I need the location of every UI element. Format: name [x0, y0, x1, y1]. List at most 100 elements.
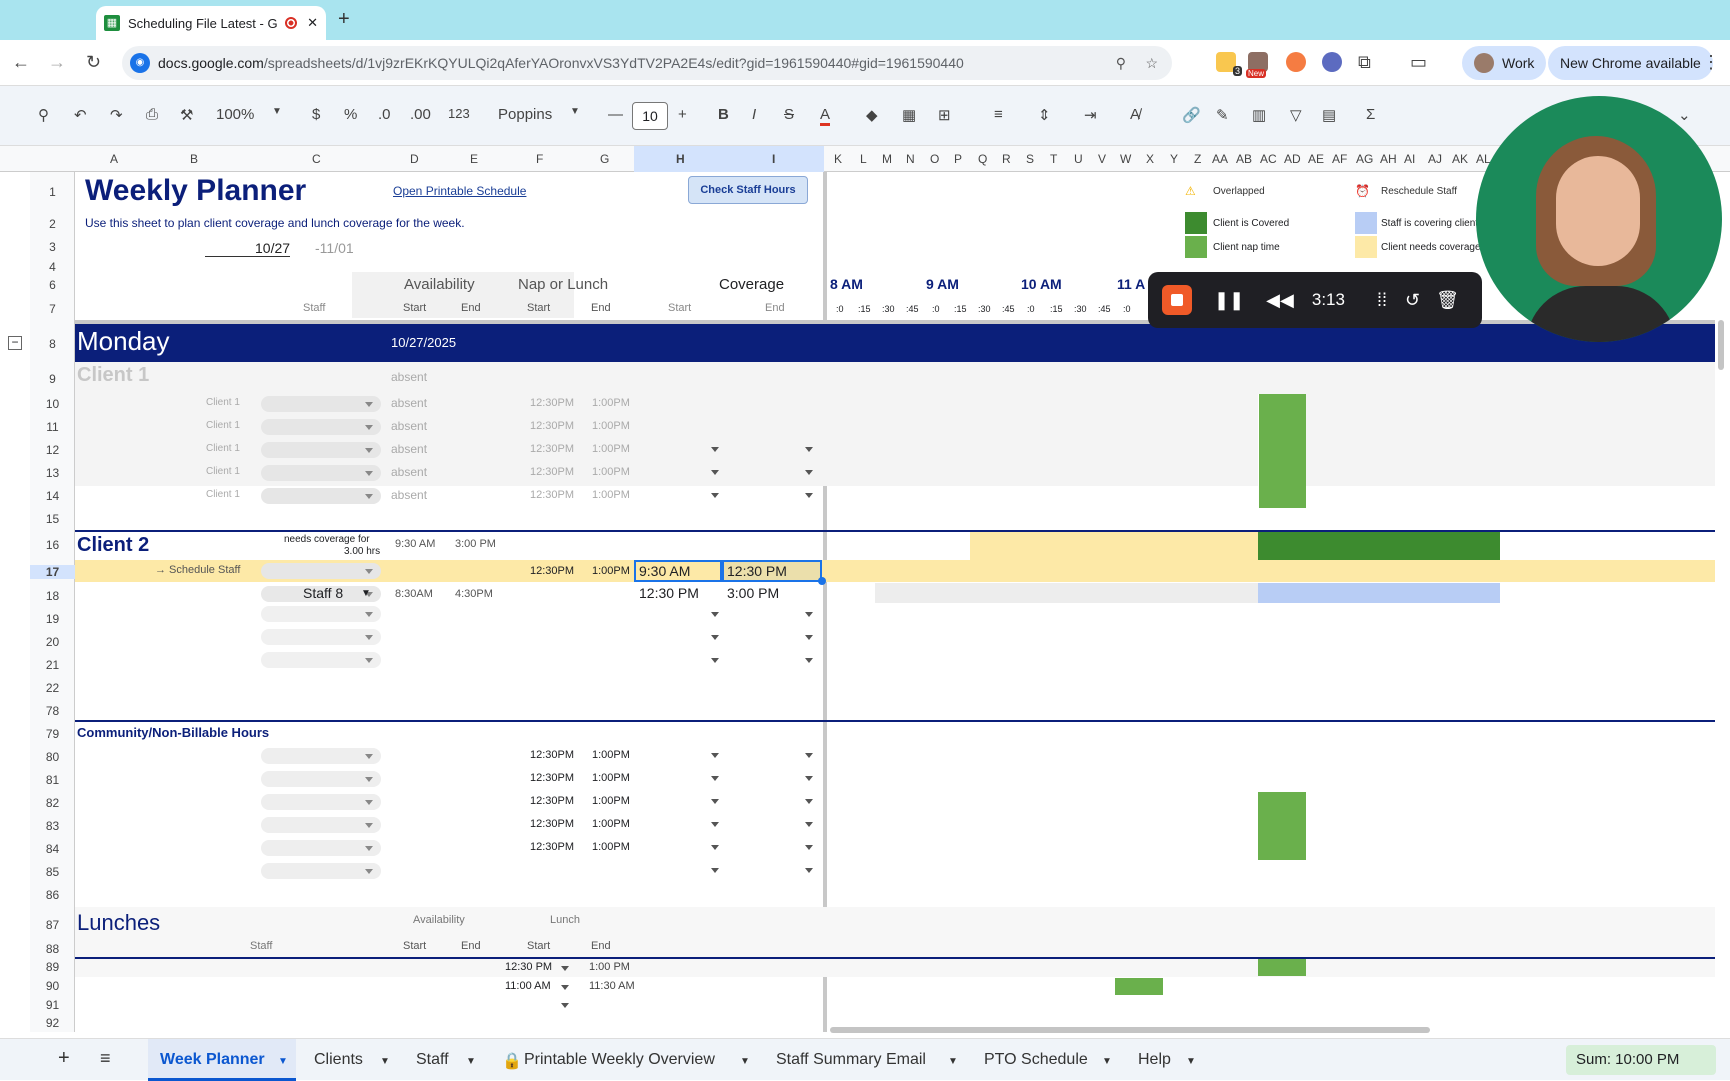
frozen-column-divider[interactable] [823, 172, 827, 1032]
row-header[interactable]: 6 [30, 278, 75, 292]
font-size-decrease-icon[interactable]: — [608, 106, 623, 123]
more-formats-button[interactable]: 123 [448, 106, 470, 121]
search-menus-icon[interactable]: ⚲ [38, 106, 49, 124]
coverage-start-dropdown[interactable] [711, 470, 719, 479]
col-header-AK[interactable]: AK [1452, 152, 1468, 166]
tab-staff-summary-email[interactable]: Staff Summary Email [776, 1051, 926, 1069]
row-header[interactable]: 89 [30, 960, 75, 974]
row-header[interactable]: 79 [30, 727, 75, 741]
tab-staff[interactable]: Staff [416, 1051, 449, 1069]
row-header[interactable]: 92 [30, 1016, 75, 1030]
extension-icon[interactable]: 3 [1216, 52, 1242, 76]
row-header[interactable]: 78 [30, 704, 75, 718]
lunch-start-dropdown[interactable] [561, 985, 569, 994]
row-header[interactable]: 84 [30, 842, 75, 856]
coverage2-end[interactable]: 3:00 PM [727, 585, 779, 601]
align-horizontal-icon[interactable]: ≡ [994, 106, 1003, 123]
row-header[interactable]: 80 [30, 750, 75, 764]
row-header[interactable]: 81 [30, 773, 75, 787]
col-header-AJ[interactable]: AJ [1428, 152, 1442, 166]
link-icon[interactable]: 🔗 [1182, 106, 1201, 124]
col-header-H[interactable]: H [676, 152, 685, 166]
col-header-L[interactable]: L [860, 152, 867, 166]
row-header[interactable]: 4 [30, 260, 75, 274]
collapse-toolbar-icon[interactable]: ⌄ [1678, 106, 1691, 124]
coverage-end-dropdown[interactable] [805, 635, 813, 644]
chevron-down-icon[interactable]: ▼ [278, 1056, 288, 1067]
row-header[interactable]: 12 [30, 443, 75, 457]
strikethrough-icon[interactable]: S [784, 106, 794, 123]
col-header-Y[interactable]: Y [1170, 152, 1178, 166]
row-header[interactable]: 3 [30, 240, 75, 254]
col-header-P[interactable]: P [954, 152, 962, 166]
check-staff-hours-button[interactable]: Check Staff Hours [688, 176, 808, 204]
coverage-end-dropdown[interactable] [805, 470, 813, 479]
print-icon[interactable]: ⎙ [146, 106, 158, 123]
coverage-end-dropdown[interactable] [805, 447, 813, 456]
coverage-end-dropdown[interactable] [805, 845, 813, 854]
col-header-AF[interactable]: AF [1332, 152, 1347, 166]
community-row[interactable]: 12:30PM 1:00PM [75, 746, 823, 768]
row-header[interactable]: 20 [30, 635, 75, 649]
chevron-down-icon[interactable]: ▼ [1102, 1056, 1112, 1067]
col-header-AD[interactable]: AD [1284, 152, 1301, 166]
lunch-start[interactable]: 11:00 AM [505, 980, 551, 992]
trash-icon[interactable]: 🗑 [1436, 290, 1459, 311]
staff-dropdown[interactable] [261, 840, 381, 856]
coverage-end-dropdown[interactable] [805, 612, 813, 621]
row-header[interactable]: 1 [30, 185, 75, 199]
col-header-V[interactable]: V [1098, 152, 1106, 166]
coverage-start-dropdown[interactable] [711, 447, 719, 456]
add-sheet-icon[interactable]: + [58, 1047, 70, 1070]
staff-dropdown[interactable] [261, 606, 381, 622]
coverage-start-dropdown[interactable] [711, 845, 719, 854]
row-header[interactable]: 10 [30, 397, 75, 411]
col-header-Z[interactable]: Z [1194, 152, 1201, 166]
staff-dropdown[interactable] [261, 465, 381, 481]
borders-icon[interactable]: ▦ [902, 106, 916, 124]
coverage-start-dropdown[interactable] [711, 776, 719, 785]
chevron-down-icon[interactable]: ▼ [361, 588, 371, 599]
fill-handle[interactable] [818, 577, 826, 585]
all-sheets-icon[interactable]: ≡ [100, 1048, 111, 1069]
sum-indicator[interactable]: Sum: 10:00 PM [1566, 1045, 1716, 1075]
text-wrap-icon[interactable]: ⇥ [1084, 106, 1097, 124]
currency-button[interactable]: $ [312, 106, 320, 123]
row-header[interactable]: 21 [30, 658, 75, 672]
back-icon[interactable]: ← [12, 52, 30, 73]
col-header-AG[interactable]: AG [1356, 152, 1373, 166]
col-header-M[interactable]: M [882, 152, 892, 166]
col-header-R[interactable]: R [1002, 152, 1011, 166]
row-header[interactable]: 2 [30, 217, 75, 231]
col-header-D[interactable]: D [410, 152, 419, 166]
paint-format-icon[interactable]: ⚒ [180, 106, 193, 124]
forward-icon[interactable]: → [48, 52, 66, 73]
staff-dropdown[interactable] [261, 652, 381, 668]
row-header[interactable]: 14 [30, 489, 75, 503]
profile-button[interactable]: Work [1462, 46, 1547, 80]
col-header-B[interactable]: B [190, 152, 198, 166]
fill-color-icon[interactable]: ◆ [866, 106, 878, 124]
extension-new-icon[interactable]: New [1246, 52, 1268, 78]
row-header[interactable]: 11 [30, 420, 75, 434]
bold-icon[interactable]: B [718, 106, 729, 123]
browser-tab[interactable]: ▦ Scheduling File Latest - G ✕ [96, 6, 326, 40]
coverage-end-dropdown[interactable] [805, 822, 813, 831]
coverage-start-dropdown[interactable] [711, 822, 719, 831]
coverage-end-dropdown[interactable] [805, 658, 813, 667]
row-header[interactable]: 13 [30, 466, 75, 480]
tab-help[interactable]: Help [1138, 1051, 1171, 1069]
community-row[interactable]: 12:30PM 1:00PM [75, 815, 823, 837]
row-header[interactable]: 19 [30, 612, 75, 626]
printable-schedule-link[interactable]: Open Printable Schedule [393, 184, 526, 198]
coverage-start-dropdown[interactable] [711, 799, 719, 808]
staff-dropdown[interactable] [261, 863, 381, 879]
col-header-N[interactable]: N [906, 152, 915, 166]
font-select[interactable]: Poppins [498, 106, 552, 123]
staff-dropdown[interactable] [261, 563, 381, 579]
coverage-start-value[interactable]: 9:30 AM [639, 563, 690, 579]
row-header[interactable]: 22 [30, 681, 75, 695]
row-header-selected[interactable]: 17 [30, 565, 75, 579]
text-color-icon[interactable]: A [820, 106, 831, 126]
chevron-down-icon[interactable]: ▼ [740, 1056, 750, 1067]
